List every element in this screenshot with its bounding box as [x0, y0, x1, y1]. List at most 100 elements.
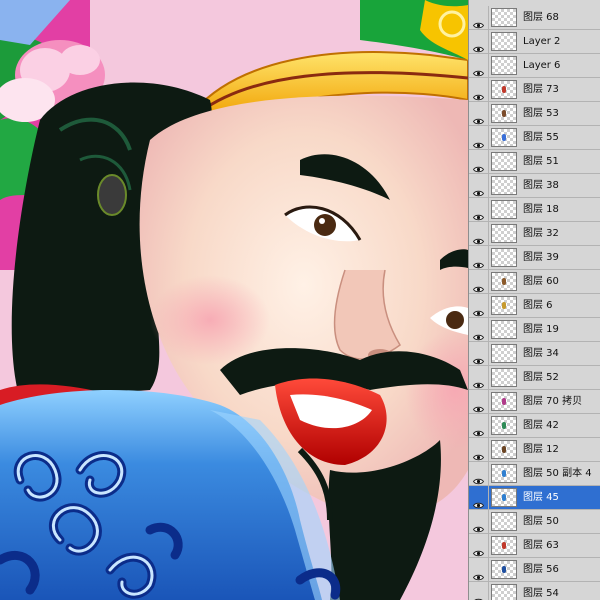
layer-visibility-toggle[interactable] — [469, 6, 489, 29]
layer-visibility-toggle[interactable] — [469, 366, 489, 389]
layer-thumbnail-content — [502, 86, 506, 93]
layer-row[interactable]: 图层 52 — [469, 366, 600, 390]
layer-name: Layer 2 — [523, 36, 561, 47]
layer-row[interactable]: 图层 70 拷贝 — [469, 390, 600, 414]
layer-row[interactable]: 图层 54 — [469, 582, 600, 600]
eye-icon — [473, 590, 484, 600]
layer-name: 图层 39 — [523, 252, 559, 263]
layer-row[interactable]: 图层 39 — [469, 246, 600, 270]
eye-icon — [472, 86, 485, 101]
layer-name: 图层 52 — [523, 372, 559, 383]
layer-name: 图层 73 — [523, 84, 559, 95]
layer-row[interactable]: 图层 51 — [469, 150, 600, 174]
layer-name: 图层 19 — [523, 324, 559, 335]
layer-row[interactable]: 图层 53 — [469, 102, 600, 126]
layer-row[interactable]: 图层 55 — [469, 126, 600, 150]
eye-icon — [472, 350, 485, 365]
layer-visibility-toggle[interactable] — [469, 150, 489, 173]
layer-visibility-toggle[interactable] — [469, 174, 489, 197]
eye-icon — [472, 374, 485, 389]
layer-thumbnail — [491, 584, 517, 600]
layer-row[interactable]: 图层 42 — [469, 414, 600, 438]
layer-thumbnail — [491, 368, 517, 387]
layer-row[interactable]: 图层 50 副本 4 — [469, 462, 600, 486]
layer-name: 图层 38 — [523, 180, 559, 191]
layer-name: 图层 32 — [523, 228, 559, 239]
layer-name: 图层 34 — [523, 348, 559, 359]
layer-visibility-toggle[interactable] — [469, 534, 489, 557]
layer-thumbnail-content — [502, 446, 506, 453]
eye-icon — [472, 110, 485, 125]
layer-row[interactable]: Layer 6 — [469, 54, 600, 78]
layer-name: 图层 18 — [523, 204, 559, 215]
layer-thumbnail — [491, 272, 517, 291]
eye-icon — [472, 182, 485, 197]
artwork-illustration — [0, 0, 468, 600]
layer-visibility-toggle[interactable] — [469, 414, 489, 437]
layer-row[interactable]: 图层 12 — [469, 438, 600, 462]
layer-thumbnail-content — [502, 470, 506, 477]
layer-name: 图层 68 — [523, 12, 559, 23]
layer-row[interactable]: 图层 73 — [469, 78, 600, 102]
layer-row[interactable]: 图层 34 — [469, 342, 600, 366]
layer-thumbnail — [491, 8, 517, 27]
layer-row[interactable]: 图层 60 — [469, 270, 600, 294]
layer-thumbnail — [491, 560, 517, 579]
layer-visibility-toggle[interactable] — [469, 510, 489, 533]
layer-name: 图层 56 — [523, 564, 559, 575]
layer-name: 图层 50 — [523, 516, 559, 527]
layer-row[interactable]: 图层 68 — [469, 6, 600, 30]
layer-row[interactable]: 图层 56 — [469, 558, 600, 582]
layer-visibility-toggle[interactable] — [469, 558, 489, 581]
eye-icon — [472, 38, 485, 53]
document-canvas[interactable] — [0, 0, 468, 600]
eye-icon — [472, 518, 485, 533]
layer-thumbnail — [491, 176, 517, 195]
layer-visibility-toggle[interactable] — [469, 462, 489, 485]
layer-row[interactable]: 图层 18 — [469, 198, 600, 222]
layer-visibility-toggle[interactable] — [469, 270, 489, 293]
eye-icon — [472, 326, 485, 341]
layer-visibility-toggle[interactable] — [469, 342, 489, 365]
layer-thumbnail — [491, 296, 517, 315]
layer-visibility-toggle[interactable] — [469, 54, 489, 77]
layer-visibility-toggle[interactable] — [469, 582, 489, 600]
layer-thumbnail — [491, 152, 517, 171]
layer-visibility-toggle[interactable] — [469, 102, 489, 125]
layer-visibility-toggle[interactable] — [469, 294, 489, 317]
layer-visibility-toggle[interactable] — [469, 126, 489, 149]
layer-visibility-toggle[interactable] — [469, 222, 489, 245]
layer-visibility-toggle[interactable] — [469, 390, 489, 413]
eye-icon — [472, 398, 485, 413]
layer-name: 图层 45 — [523, 492, 559, 503]
layer-visibility-toggle[interactable] — [469, 486, 489, 509]
layer-thumbnail — [491, 80, 517, 99]
layer-row[interactable]: 图层 19 — [469, 318, 600, 342]
layer-name: Layer 6 — [523, 60, 561, 71]
layer-row[interactable]: 图层 63 — [469, 534, 600, 558]
layer-visibility-toggle[interactable] — [469, 246, 489, 269]
eye-icon — [472, 422, 485, 437]
layer-row[interactable]: 图层 38 — [469, 174, 600, 198]
layer-row[interactable]: 图层 50 — [469, 510, 600, 534]
layer-thumbnail — [491, 392, 517, 411]
layer-row[interactable]: 图层 45 — [469, 486, 600, 510]
layer-thumbnail — [491, 224, 517, 243]
eye-icon — [472, 14, 485, 29]
layer-thumbnail-content — [502, 542, 506, 549]
layer-thumbnail — [491, 464, 517, 483]
layer-thumbnail-content — [502, 398, 506, 405]
layer-thumbnail — [491, 536, 517, 555]
layer-row[interactable]: Layer 2 — [469, 30, 600, 54]
layer-visibility-toggle[interactable] — [469, 30, 489, 53]
eye-icon — [472, 134, 485, 149]
layer-visibility-toggle[interactable] — [469, 318, 489, 341]
layer-visibility-toggle[interactable] — [469, 198, 489, 221]
eye-icon — [472, 230, 485, 245]
layer-visibility-toggle[interactable] — [469, 78, 489, 101]
layer-row[interactable]: 图层 6 — [469, 294, 600, 318]
layer-row[interactable]: 图层 32 — [469, 222, 600, 246]
layer-thumbnail — [491, 32, 517, 51]
layer-visibility-toggle[interactable] — [469, 438, 489, 461]
eye-icon — [472, 158, 485, 173]
